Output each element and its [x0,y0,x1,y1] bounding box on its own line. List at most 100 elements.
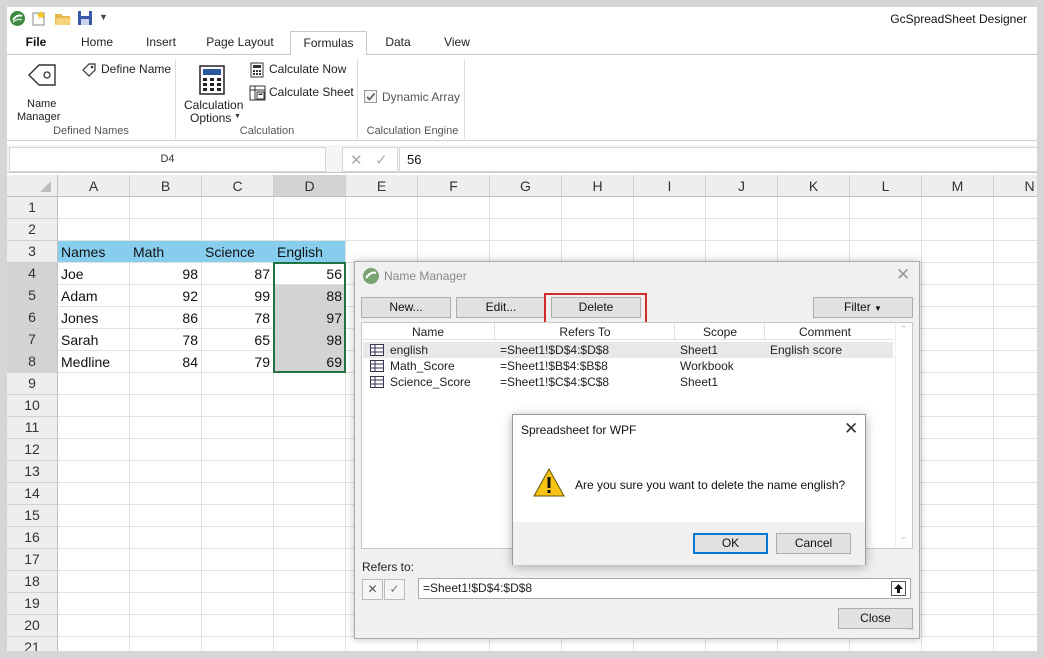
column-header-f[interactable]: F [418,175,490,197]
cell[interactable]: 98 [133,263,198,285]
edit-name-button[interactable]: Edit... [456,297,546,318]
cell-header[interactable]: Math [133,241,199,263]
tab-page-layout[interactable]: Page Layout [203,34,277,55]
name-box[interactable]: D4 [9,147,326,172]
row-header-12[interactable]: 12 [7,439,58,461]
column-header-l[interactable]: L [850,175,922,197]
cell[interactable]: Sarah [61,329,126,351]
cell[interactable]: 65 [205,329,270,351]
row-header-2[interactable]: 2 [7,219,58,241]
cell-header[interactable]: Science [205,241,271,263]
cell[interactable]: 78 [133,329,198,351]
column-header-h[interactable]: H [562,175,634,197]
column-header-a[interactable]: A [58,175,130,197]
cell-header[interactable]: Names [61,241,127,263]
row-header-20[interactable]: 20 [7,615,58,637]
row-header-16[interactable]: 16 [7,527,58,549]
col-header-scope[interactable]: Scope [675,325,765,339]
row-header-14[interactable]: 14 [7,483,58,505]
row-header-8[interactable]: 8 [7,351,58,373]
column-header-g[interactable]: G [490,175,562,197]
tab-view[interactable]: View [436,34,478,55]
col-header-comment[interactable]: Comment [765,325,885,339]
close-icon[interactable]: ✕ [844,419,858,439]
row-header-19[interactable]: 19 [7,593,58,615]
row-header-17[interactable]: 17 [7,549,58,571]
cell[interactable]: 86 [133,307,198,329]
dynamic-array-checkbox[interactable]: Dynamic Array [364,89,464,105]
column-header-k[interactable]: K [778,175,850,197]
select-all-corner[interactable] [7,175,58,197]
calculate-now-button[interactable]: Calculate Now [248,61,358,79]
cell[interactable]: Jones [61,307,126,329]
row-header-21[interactable]: 21 [7,637,58,651]
name-manager-button[interactable]: Name Manager [13,59,69,123]
column-header-n[interactable]: N [994,175,1037,197]
calculate-sheet-button[interactable]: Calculate Sheet [248,84,363,102]
cancel-button[interactable]: Cancel [776,533,851,554]
row-header-11[interactable]: 11 [7,417,58,439]
scroll-down-icon[interactable]: ⌄ [900,531,908,542]
names-list-row[interactable]: english =Sheet1!$D$4:$D$8 Sheet1 English… [363,342,893,358]
column-header-e[interactable]: E [346,175,418,197]
new-file-icon[interactable] [32,11,46,26]
row-header-4[interactable]: 4 [7,263,58,285]
cell[interactable]: Adam [61,285,126,307]
define-name-button[interactable]: Define Name [79,61,174,79]
ok-button[interactable]: OK [693,533,768,554]
formula-input[interactable]: 56 [399,147,1037,172]
cell[interactable]: Medline [61,351,126,373]
calculation-options-button[interactable]: Calculation Options ▼ [181,59,245,125]
collapse-dialog-icon[interactable] [891,581,906,596]
column-header-b[interactable]: B [130,175,202,197]
close-icon[interactable]: ✕ [896,265,910,285]
confirm-edit-icon[interactable]: ✓ [375,151,388,169]
tab-file[interactable]: File [19,34,53,55]
column-header-m[interactable]: M [922,175,994,197]
row-header-1[interactable]: 1 [7,197,58,219]
names-list-row[interactable]: Science_Score =Sheet1!$C$4:$C$8 Sheet1 [363,374,893,390]
qat-dropdown-icon[interactable]: ▼ [99,12,108,22]
cell[interactable]: 78 [205,307,270,329]
cell[interactable]: 99 [205,285,270,307]
save-icon[interactable] [78,11,92,25]
tab-insert[interactable]: Insert [140,34,182,55]
cell[interactable]: 87 [205,263,270,285]
close-button[interactable]: Close [838,608,913,629]
column-header-i[interactable]: I [634,175,706,197]
row-header-15[interactable]: 15 [7,505,58,527]
cell-header[interactable]: English [277,241,343,263]
refers-to-input[interactable]: =Sheet1!$D$4:$D$8 [418,578,911,599]
column-header-j[interactable]: J [706,175,778,197]
filter-button[interactable]: Filter ▼ [813,297,913,318]
cell[interactable]: 84 [133,351,198,373]
col-header-refers-to[interactable]: Refers To [495,325,675,339]
row-header-7[interactable]: 7 [7,329,58,351]
vertical-scrollbar[interactable]: ⌃ ⌄ [895,323,912,548]
refers-confirm-button[interactable]: ✓ [384,579,405,600]
row-header-18[interactable]: 18 [7,571,58,593]
row-header-6[interactable]: 6 [7,307,58,329]
row-header-13[interactable]: 13 [7,461,58,483]
refers-cancel-button[interactable]: ✕ [362,579,383,600]
open-folder-icon[interactable] [55,12,71,25]
row-header-5[interactable]: 5 [7,285,58,307]
names-list-row[interactable]: Math_Score =Sheet1!$B$4:$B$8 Workbook [363,358,893,374]
column-header-d[interactable]: D [274,175,346,197]
delete-name-button[interactable]: Delete [551,297,641,318]
row-header-3[interactable]: 3 [7,241,58,263]
tab-data[interactable]: Data [377,34,419,55]
resize-grip-icon[interactable]: ⋯ [906,624,915,635]
new-name-button[interactable]: New... [361,297,451,318]
column-header-c[interactable]: C [202,175,274,197]
cell[interactable]: 79 [205,351,270,373]
scroll-up-icon[interactable]: ⌃ [900,324,908,335]
cell[interactable]: 92 [133,285,198,307]
cell[interactable]: Joe [61,263,126,285]
row-header-9[interactable]: 9 [7,373,58,395]
col-header-name[interactable]: Name [362,325,494,339]
cancel-edit-icon[interactable]: ✕ [350,151,363,169]
tab-formulas[interactable]: Formulas [290,31,367,56]
row-header-10[interactable]: 10 [7,395,58,417]
tab-home[interactable]: Home [76,34,118,55]
